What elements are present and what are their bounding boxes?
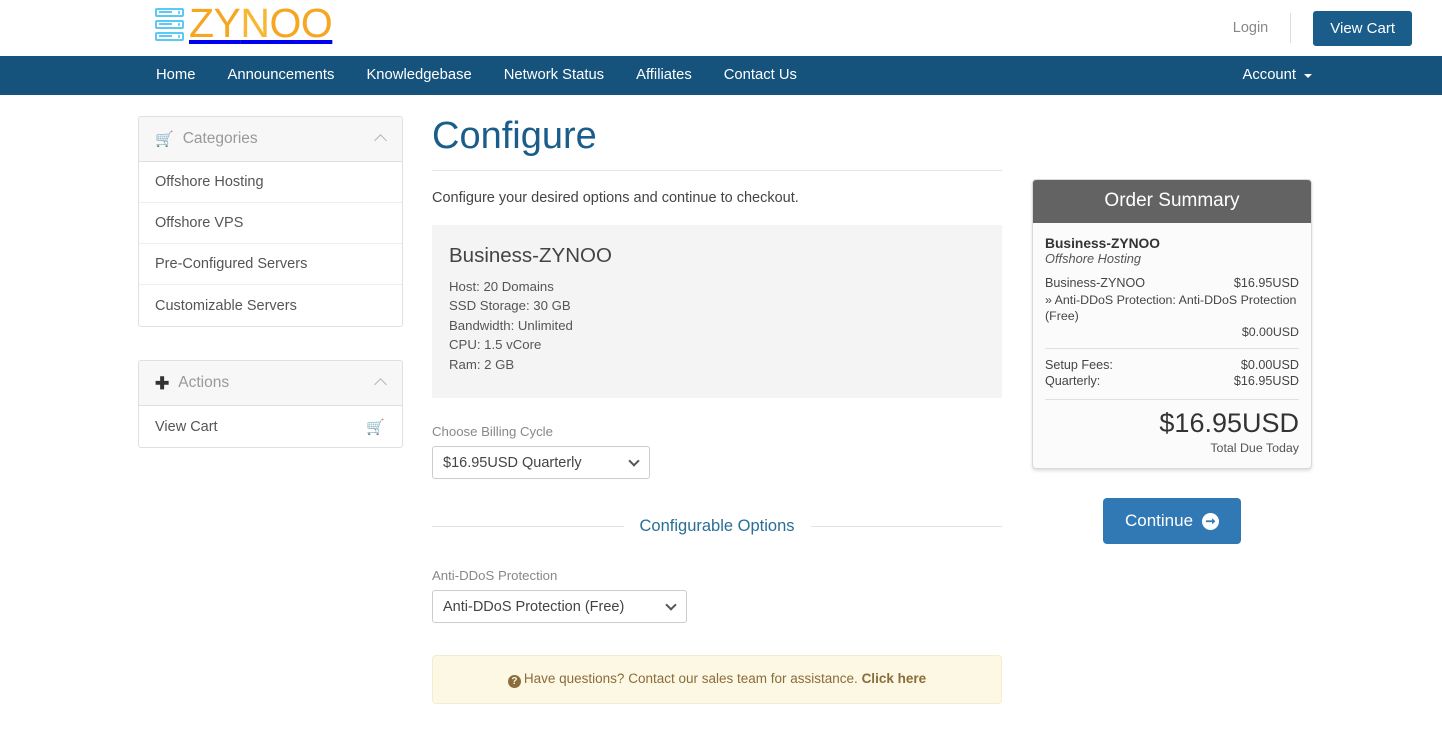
order-summary-line-item: Business-ZYNOO $16.95USD (1045, 275, 1299, 292)
product-spec-bandwidth: Bandwidth: Unlimited (449, 316, 1002, 336)
sidebar-item-view-cart-label: View Cart (155, 419, 218, 435)
setup-fees-price: $0.00USD (1241, 357, 1299, 374)
order-summary-region: Order Summary Business-ZYNOO Offshore Ho… (1032, 116, 1312, 704)
setup-fees-label: Setup Fees: (1045, 357, 1113, 374)
continue-button-wrap: Continue ➞ (1032, 469, 1312, 544)
configurable-options-divider: Configurable Options (432, 517, 1002, 536)
main-region: Configure Configure your desired options… (432, 116, 1312, 704)
order-summary-total: $16.95USD (1045, 408, 1299, 441)
product-name: Business-ZYNOO (449, 244, 1002, 268)
ddos-select[interactable]: Anti-DDoS Protection (Free) (432, 590, 687, 623)
header-divider (1290, 13, 1291, 43)
sales-help-text: Have questions? Contact our sales team f… (524, 671, 858, 686)
chevron-up-icon[interactable] (374, 134, 387, 147)
order-summary-body: Business-ZYNOO Offshore Hosting Business… (1033, 223, 1311, 468)
title-divider (432, 170, 1002, 171)
continue-button-label: Continue (1125, 511, 1193, 531)
order-summary-sub-item-price: $0.00USD (1045, 325, 1299, 339)
product-summary-box: Business-ZYNOO Host: 20 Domains SSD Stor… (432, 225, 1002, 399)
nav-item-network-status[interactable]: Network Status (488, 56, 620, 95)
chevron-down-icon (1304, 74, 1312, 78)
product-spec-host: Host: 20 Domains (449, 277, 1002, 297)
login-link[interactable]: Login (1211, 20, 1290, 36)
quarterly-label: Quarterly: (1045, 373, 1100, 390)
order-summary-title: Order Summary (1033, 180, 1311, 223)
page-title: Configure (432, 116, 1002, 170)
shopping-cart-icon: 🛒 (155, 132, 174, 147)
order-summary-divider-1 (1045, 348, 1299, 349)
sidebar-item-view-cart[interactable]: View Cart 🛒 (139, 406, 402, 447)
product-spec-storage: SSD Storage: 30 GB (449, 296, 1002, 316)
order-summary-product-category: Offshore Hosting (1045, 251, 1299, 266)
server-rack-icon (155, 8, 184, 41)
chevron-down-icon (628, 455, 639, 466)
intro-text: Configure your desired options and conti… (432, 190, 1002, 206)
configure-content: Configure Configure your desired options… (432, 116, 1002, 704)
site-header: ZYNOO Login View Cart (0, 0, 1442, 56)
order-summary-sub-item-label: » Anti-DDoS Protection: Anti-DDoS Protec… (1045, 292, 1299, 325)
categories-panel-title: Categories (183, 130, 258, 148)
quarterly-price: $16.95USD (1234, 373, 1299, 390)
sales-help-link[interactable]: Click here (862, 671, 927, 686)
chevron-up-icon[interactable] (374, 378, 387, 391)
nav-item-announcements[interactable]: Announcements (211, 56, 350, 95)
sales-help-alert: ?Have questions? Contact our sales team … (432, 655, 1002, 704)
order-summary-fee-row: Setup Fees: $0.00USD (1045, 357, 1299, 374)
divider-line-left (432, 526, 624, 527)
nav-account-dropdown[interactable]: Account (1243, 56, 1312, 95)
sidebar: 🛒 Categories Offshore Hosting Offshore V… (138, 116, 403, 704)
nav-item-affiliates[interactable]: Affiliates (620, 56, 708, 95)
order-summary-total-label: Total Due Today (1045, 441, 1299, 468)
product-spec-ram: Ram: 2 GB (449, 355, 1002, 375)
arrow-right-circle-icon: ➞ (1202, 513, 1219, 530)
billing-cycle-selected-value: $16.95USD Quarterly (443, 455, 582, 471)
logo-text-part-3: OO (270, 0, 333, 46)
actions-panel-header[interactable]: ✚ Actions (139, 361, 402, 406)
site-logo[interactable]: ZYNOO (155, 3, 332, 44)
logo-wordmark: ZYNOO (189, 3, 332, 44)
order-summary-panel: Order Summary Business-ZYNOO Offshore Ho… (1032, 179, 1312, 469)
nav-item-list: Home Announcements Knowledgebase Network… (140, 56, 813, 95)
billing-cycle-select[interactable]: $16.95USD Quarterly (432, 446, 650, 479)
line-item-price: $16.95USD (1234, 275, 1299, 292)
header-actions: Login View Cart (1211, 0, 1412, 56)
plus-icon: ✚ (155, 375, 169, 392)
sidebar-item-offshore-hosting[interactable]: Offshore Hosting (139, 162, 402, 203)
nav-item-home[interactable]: Home (140, 56, 211, 95)
nav-item-contact-us[interactable]: Contact Us (708, 56, 813, 95)
billing-cycle-label: Choose Billing Cycle (432, 424, 1002, 439)
nav-account-label: Account (1243, 56, 1296, 95)
question-circle-icon: ? (508, 675, 521, 688)
sidebar-item-offshore-vps[interactable]: Offshore VPS (139, 203, 402, 244)
nav-item-knowledgebase[interactable]: Knowledgebase (350, 56, 487, 95)
order-summary-divider-2 (1045, 399, 1299, 400)
actions-panel-title: Actions (178, 374, 229, 392)
ddos-label: Anti-DDoS Protection (432, 568, 1002, 583)
chevron-down-icon (665, 599, 676, 610)
configurable-options-title: Configurable Options (624, 517, 811, 536)
order-summary-product-name: Business-ZYNOO (1045, 236, 1299, 251)
sidebar-item-pre-configured-servers[interactable]: Pre-Configured Servers (139, 244, 402, 285)
logo-text-part-2: N (240, 0, 269, 46)
categories-panel-header[interactable]: 🛒 Categories (139, 117, 402, 162)
logo-text-part-1: ZY (189, 0, 240, 46)
continue-button[interactable]: Continue ➞ (1103, 498, 1241, 544)
ddos-selected-value: Anti-DDoS Protection (Free) (443, 599, 624, 615)
page-body: 🛒 Categories Offshore Hosting Offshore V… (0, 95, 1442, 704)
order-summary-fee-row: Quarterly: $16.95USD (1045, 373, 1299, 390)
product-spec-cpu: CPU: 1.5 vCore (449, 335, 1002, 355)
categories-panel: 🛒 Categories Offshore Hosting Offshore V… (138, 116, 403, 327)
main-navigation: Home Announcements Knowledgebase Network… (0, 56, 1442, 95)
shopping-cart-icon: 🛒 (366, 418, 385, 436)
divider-line-right (811, 526, 1003, 527)
sidebar-item-customizable-servers[interactable]: Customizable Servers (139, 285, 402, 326)
line-item-label: Business-ZYNOO (1045, 275, 1145, 292)
actions-panel: ✚ Actions View Cart 🛒 (138, 360, 403, 448)
view-cart-button[interactable]: View Cart (1313, 11, 1412, 46)
